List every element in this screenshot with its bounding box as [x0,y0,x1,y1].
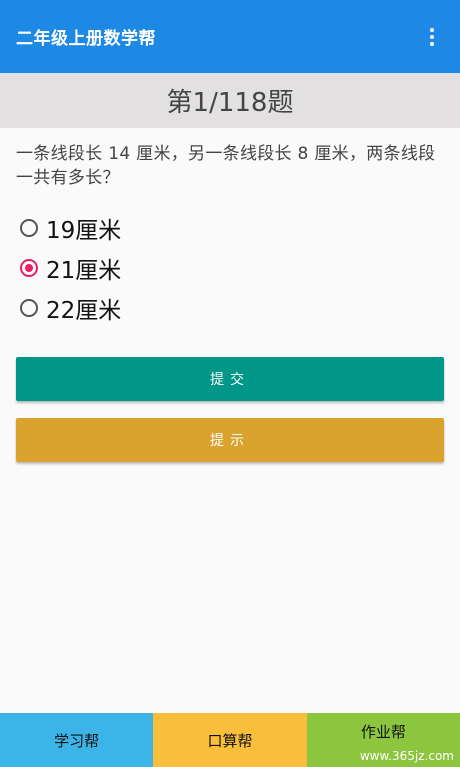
more-dot [430,27,434,32]
nav-study-tab[interactable]: 学习帮 [0,713,154,767]
hint-button[interactable]: 提示 [16,418,444,462]
more-dot [430,41,434,46]
more-dot [430,34,434,39]
app-root: 二年级上册数学帮 第1/118题 一条线段长 14 厘米，另一条线段长 8 厘米… [0,0,460,767]
nav-homework-tab[interactable]: 作业帮 www.365jz.com [306,713,460,767]
answer-option-2[interactable]: 21厘米 [20,248,121,288]
radio-button-icon[interactable] [20,219,38,237]
bottom-nav: 学习帮 口算帮 作业帮 www.365jz.com [0,713,460,767]
more-vert-icon[interactable] [420,17,444,57]
question-counter-bar: 第1/118题 [0,73,460,128]
app-title: 二年级上册数学帮 [16,29,156,49]
watermark-text: www.365jz.com [359,749,454,763]
answer-option-label: 21厘米 [46,258,122,284]
nav-calc-tab[interactable]: 口算帮 [153,713,307,767]
answer-option-label: 22厘米 [46,298,122,324]
submit-button[interactable]: 提交 [16,357,444,401]
answer-option-3[interactable]: 22厘米 [20,288,121,328]
app-bar: 二年级上册数学帮 [0,0,460,73]
answer-option-1[interactable]: 19厘米 [20,208,121,248]
nav-homework-label: 作业帮 [360,723,406,741]
radio-button-icon[interactable] [20,299,38,317]
answer-options: 19厘米 21厘米 22厘米 [20,208,121,328]
question-text: 一条线段长 14 厘米，另一条线段长 8 厘米，两条线段一共有多长？ [16,144,436,188]
answer-option-label: 19厘米 [46,218,122,244]
radio-button-checked-icon[interactable] [20,259,38,277]
question-counter: 第1/118题 [166,88,294,118]
